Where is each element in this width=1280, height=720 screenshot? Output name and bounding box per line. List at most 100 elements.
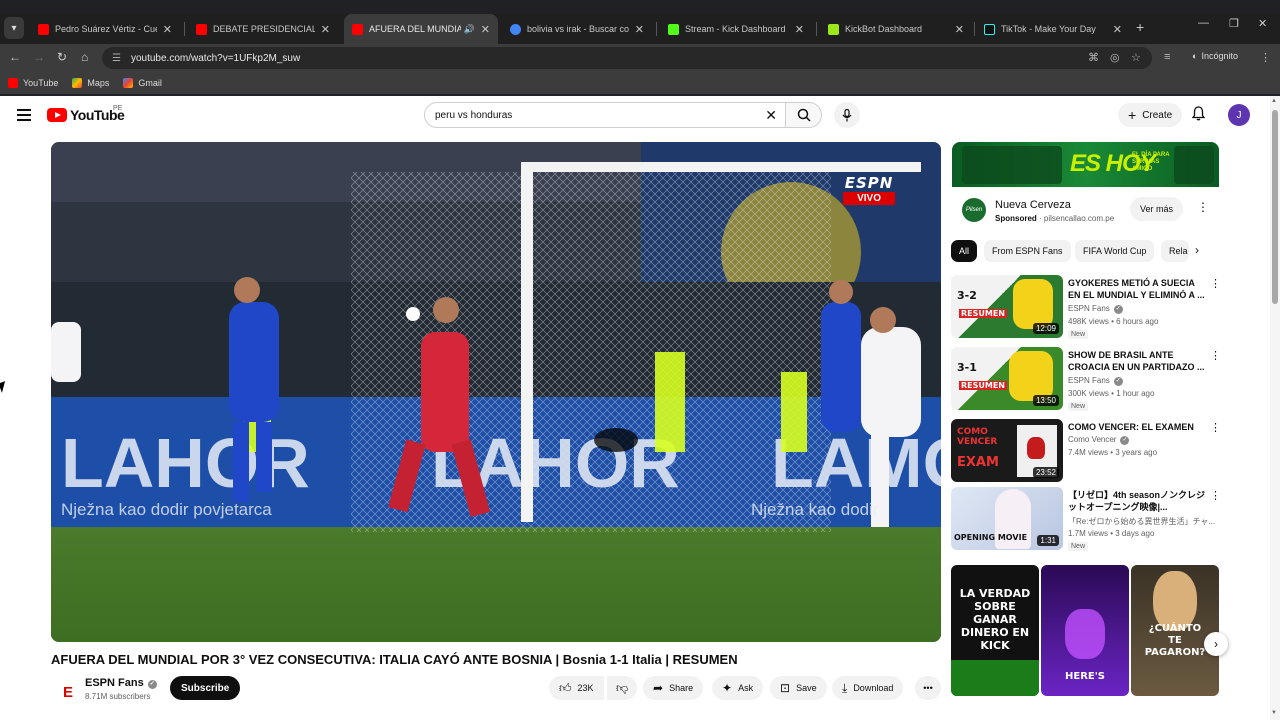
ad-cta-button[interactable]: Ver más [1130,197,1184,221]
translate-icon[interactable]: ⌘ [1088,51,1099,64]
browser-menu-icon[interactable]: ⋮ [1260,51,1271,64]
tab-separator [816,22,817,36]
forward-icon[interactable]: → [33,50,45,64]
video-menu-icon[interactable]: ⋮ [1210,489,1221,502]
close-tab-icon[interactable]: ✕ [481,23,490,36]
reload-icon[interactable]: ↻ [57,50,67,64]
short-card[interactable]: HERE'S [1041,565,1129,696]
tab-7[interactable]: TikTok - Make Your Day ✕ [976,14,1130,44]
video-channel[interactable]: ESPN Fans ✓ [1068,304,1123,314]
close-tab-icon[interactable]: ✕ [955,23,964,36]
video-title[interactable]: COMO VENCER: EL EXAMEN [1068,421,1208,433]
search-input[interactable]: peru vs honduras ✕ [424,102,786,128]
more-actions-button[interactable]: ••• [915,676,941,700]
related-filter-chips: All From ESPN Fans FIFA World Cup Rela › [951,240,1221,262]
dislike-button[interactable]: 👎︎ [607,676,638,700]
page-scrollbar[interactable]: ▲ ▼ [1270,96,1280,720]
restore-icon[interactable]: ❐ [1229,17,1239,30]
chip-related[interactable]: Rela [1161,240,1189,262]
tab-4[interactable]: bolivia vs irak - Buscar con Goo ✕ [502,14,652,44]
tab-search-button[interactable]: ▾ [4,17,24,39]
voice-search-button[interactable] [834,102,860,128]
youtube-logo[interactable]: YouTube PE [47,105,125,123]
chip-fifa-world-cup[interactable]: FIFA World Cup [1075,240,1155,262]
espn-e-logo-icon: E [62,683,73,701]
verified-icon: ✓ [1113,305,1123,314]
tab-2[interactable]: DEBATE PRESIDENCIAL 2026 - P ✕ [188,14,338,44]
close-window-icon[interactable]: ✕ [1258,17,1267,30]
new-tab-icon[interactable]: + [1136,19,1144,35]
notifications-bell-icon[interactable] [1191,106,1206,124]
close-tab-icon[interactable]: ✕ [163,23,172,36]
bookmark-gmail[interactable]: Gmail [123,78,162,88]
video-title[interactable]: SHOW DE BRASIL ANTE CROACIA EN UN PARTID… [1068,349,1208,373]
ad-banner-image[interactable]: ES HOY EL DÍA PARA SER MÁS AMIGO [952,142,1219,187]
video-menu-icon[interactable]: ⋮ [1210,277,1221,290]
close-tab-icon[interactable]: ✕ [635,23,644,36]
like-button[interactable]: 👍︎ 23K [549,676,604,700]
site-info-icon[interactable]: ☰ [112,53,121,64]
ad-brand-logo[interactable]: Pilsen [962,198,986,222]
tab-5[interactable]: Stream - Kick Dashboard ✕ [660,14,812,44]
close-tab-icon[interactable]: ✕ [321,23,330,36]
save-button[interactable]: ⊡ Save [770,676,827,700]
clear-search-icon[interactable]: ✕ [765,107,777,124]
channel-name[interactable]: ESPN Fans ✓ [85,677,157,689]
video-thumbnail[interactable]: 3-2 RESUMEN 12:09 [951,275,1063,338]
share-button[interactable]: ➦ Share [643,676,704,700]
video-title[interactable]: 【リゼロ】4th seasonノンクレジットオープニング映像|... [1068,489,1208,513]
incognito-indicator[interactable]: ◐ Incógnito [1192,51,1238,61]
media-controls-icon[interactable]: ≡ [1164,51,1170,63]
scroll-down-icon[interactable]: ▼ [1271,710,1277,716]
video-title[interactable]: GYOKERES METIÓ A SUECIA EN EL MUNDIAL Y … [1068,277,1208,301]
tab-3-active[interactable]: AFUERA DEL MUNDIAL POR 🔊 ✕ [344,14,498,44]
bookmark-star-icon[interactable]: ☆ [1131,51,1141,64]
channel-avatar[interactable]: E [56,680,80,704]
tab-1[interactable]: Pedro Suárez Vértiz - Cuéntame ✕ [30,14,180,44]
chip-from-espn-fans[interactable]: From ESPN Fans [984,240,1071,262]
video-thumbnail[interactable]: COMO VENCER EXAM 23:52 [951,419,1063,482]
sponsored-ad[interactable]: ES HOY EL DÍA PARA SER MÁS AMIGO Pilsen … [952,142,1219,232]
tracking-protection-icon[interactable]: ◎ [1110,51,1120,64]
address-bar[interactable]: ☰ youtube.com/watch?v=1UFkp2M_suw [102,47,1152,69]
speaker-icon[interactable]: 🔊 [464,24,475,35]
video-channel[interactable]: Como Vencer ✓ [1068,435,1130,445]
ask-button[interactable]: ✦ Ask [712,676,764,700]
bookmark-youtube[interactable]: YouTube [8,78,58,88]
scroll-thumb[interactable] [1272,110,1278,304]
search-button[interactable] [786,102,822,128]
tab-6[interactable]: KickBot Dashboard ✕ [820,14,972,44]
recommended-video[interactable]: COMO VENCER EXAM 23:52 COMO VENCER: EL E… [951,419,1221,483]
create-button[interactable]: + Create [1118,103,1183,127]
short-card[interactable]: LA VERDAD SOBRE GANAR DINERO EN KICK [951,565,1039,696]
bookmark-maps[interactable]: Maps [72,78,109,88]
shorts-next-button[interactable]: › [1204,632,1228,656]
subscribe-button[interactable]: Subscribe [170,676,241,700]
back-icon[interactable]: ← [9,50,21,64]
minimize-icon[interactable]: — [1198,17,1209,29]
close-tab-icon[interactable]: ✕ [1113,23,1122,36]
ad-title[interactable]: Nueva Cerveza [995,199,1071,211]
scroll-up-icon[interactable]: ▲ [1271,98,1277,104]
video-player[interactable]: LAHOR LAHOR LAMO [51,142,941,642]
short-card[interactable]: ¿CUÁNTO TE PAGARON? [1131,565,1219,696]
recommended-video[interactable]: 3-2 RESUMEN 12:09 GYOKERES METIÓ A SUECI… [951,275,1221,339]
video-thumbnail[interactable]: OPENING MOVIE 1:31 [951,487,1063,550]
chevron-right-icon[interactable]: › [1195,243,1199,257]
sparkle-icon: ✦ [722,681,733,695]
create-label: Create [1142,109,1173,121]
account-avatar[interactable]: J [1228,104,1250,126]
video-channel[interactable]: 「Re:ゼロから始める異世界生活」チャ... [1068,516,1215,527]
video-thumbnail[interactable]: 3-1 RESUMEN 13:50 [951,347,1063,410]
home-icon[interactable]: ⌂ [81,50,88,64]
close-tab-icon[interactable]: ✕ [795,23,804,36]
video-menu-icon[interactable]: ⋮ [1210,349,1221,362]
chip-all[interactable]: All [951,240,978,262]
video-menu-icon[interactable]: ⋮ [1210,421,1221,434]
recommended-video[interactable]: OPENING MOVIE 1:31 【リゼロ】4th seasonノンクレジッ… [951,487,1221,551]
recommended-video[interactable]: 3-1 RESUMEN 13:50 SHOW DE BRASIL ANTE CR… [951,347,1221,411]
download-button[interactable]: ⤓ Download [832,676,904,700]
menu-icon[interactable] [17,109,31,121]
ad-menu-icon[interactable]: ⋮ [1197,200,1209,214]
video-channel[interactable]: ESPN Fans ✓ [1068,376,1123,386]
